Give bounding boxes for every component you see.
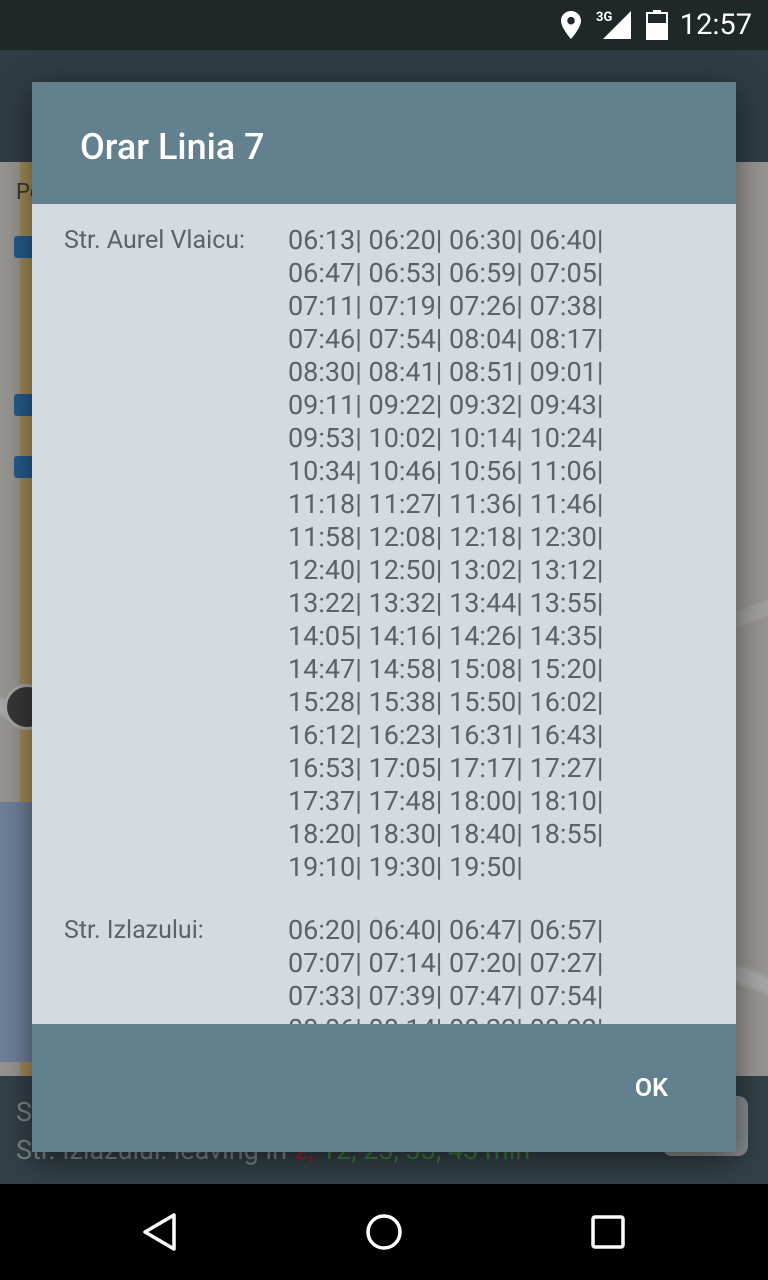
time-row: 09:11| 09:22| 09:32| 09:43|: [288, 389, 604, 421]
stop-times: 06:13| 06:20| 06:30| 06:40| 06:47| 06:53|…: [288, 224, 708, 884]
location-icon: [561, 11, 581, 39]
schedule-dialog: Orar Linia 7 Str. Aurel Vlaicu: 06:13| 06…: [32, 82, 736, 1152]
time-row: 14:05| 14:16| 14:26| 14:35|: [288, 620, 604, 652]
time-row: 11:18| 11:27| 11:36| 11:46|: [288, 488, 604, 520]
time-row: 06:13| 06:20| 06:30| 06:40|: [288, 224, 604, 256]
navigation-bar: [0, 1184, 768, 1280]
status-bar: 3G 12:57: [0, 0, 768, 50]
stop-schedule: Str. Aurel Vlaicu: 06:13| 06:20| 06:30| 0…: [64, 224, 736, 884]
recents-icon[interactable]: [590, 1214, 626, 1250]
ok-button[interactable]: OK: [635, 1074, 668, 1103]
time-row: 14:47| 14:58| 15:08| 15:20|: [288, 653, 604, 685]
stop-name: Str. Izlazului:: [64, 916, 204, 945]
clock: 12:57: [679, 8, 752, 42]
stop-times: 06:20| 06:40| 06:47| 06:57| 07:07| 07:14|…: [288, 914, 708, 1024]
signal-icon: [603, 11, 631, 39]
time-row: 16:12| 16:23| 16:31| 16:43|: [288, 719, 604, 751]
home-icon[interactable]: [364, 1212, 404, 1252]
time-row: 06:47| 06:53| 06:59| 07:05|: [288, 257, 604, 289]
time-row: 07:46| 07:54| 08:04| 08:17|: [288, 323, 604, 355]
time-row: 16:53| 17:05| 17:17| 17:27|: [288, 752, 604, 784]
time-row: 11:58| 12:08| 12:18| 12:30|: [288, 521, 604, 553]
dialog-footer: OK: [32, 1024, 736, 1152]
battery-icon: [646, 10, 668, 40]
time-row: 15:28| 15:38| 15:50| 16:02|: [288, 686, 604, 718]
time-row: 07:33| 07:39| 07:47| 07:54|: [288, 980, 604, 1012]
time-row: 19:10| 19:30| 19:50|: [288, 851, 523, 883]
time-row: 07:07| 07:14| 07:20| 07:27|: [288, 947, 604, 979]
back-icon[interactable]: [140, 1212, 180, 1252]
time-row: 13:22| 13:32| 13:44| 13:55|: [288, 587, 604, 619]
time-row: 12:40| 12:50| 13:02| 13:12|: [288, 554, 604, 586]
stop-name: Str. Aurel Vlaicu:: [64, 226, 246, 255]
time-row: 10:34| 10:46| 10:56| 11:06|: [288, 455, 604, 487]
time-row: 07:11| 07:19| 07:26| 07:38|: [288, 290, 604, 322]
dialog-header: Orar Linia 7: [32, 82, 736, 204]
time-row: 06:20| 06:40| 06:47| 06:57|: [288, 914, 604, 946]
time-row: 18:20| 18:30| 18:40| 18:55|: [288, 818, 604, 850]
stop-schedule: Str. Izlazului: 06:20| 06:40| 06:47| 06:5…: [64, 914, 736, 1024]
schedule-list[interactable]: Str. Aurel Vlaicu: 06:13| 06:20| 06:30| 0…: [32, 204, 736, 1024]
time-row: 08:30| 08:41| 08:51| 09:01|: [288, 356, 604, 388]
time-row: 08:06| 08:14| 08:22| 08:32|: [288, 1013, 708, 1024]
time-row: 17:37| 17:48| 18:00| 18:10|: [288, 785, 604, 817]
dialog-title: Orar Linia 7: [80, 126, 265, 168]
time-row: 09:53| 10:02| 10:14| 10:24|: [288, 422, 604, 454]
